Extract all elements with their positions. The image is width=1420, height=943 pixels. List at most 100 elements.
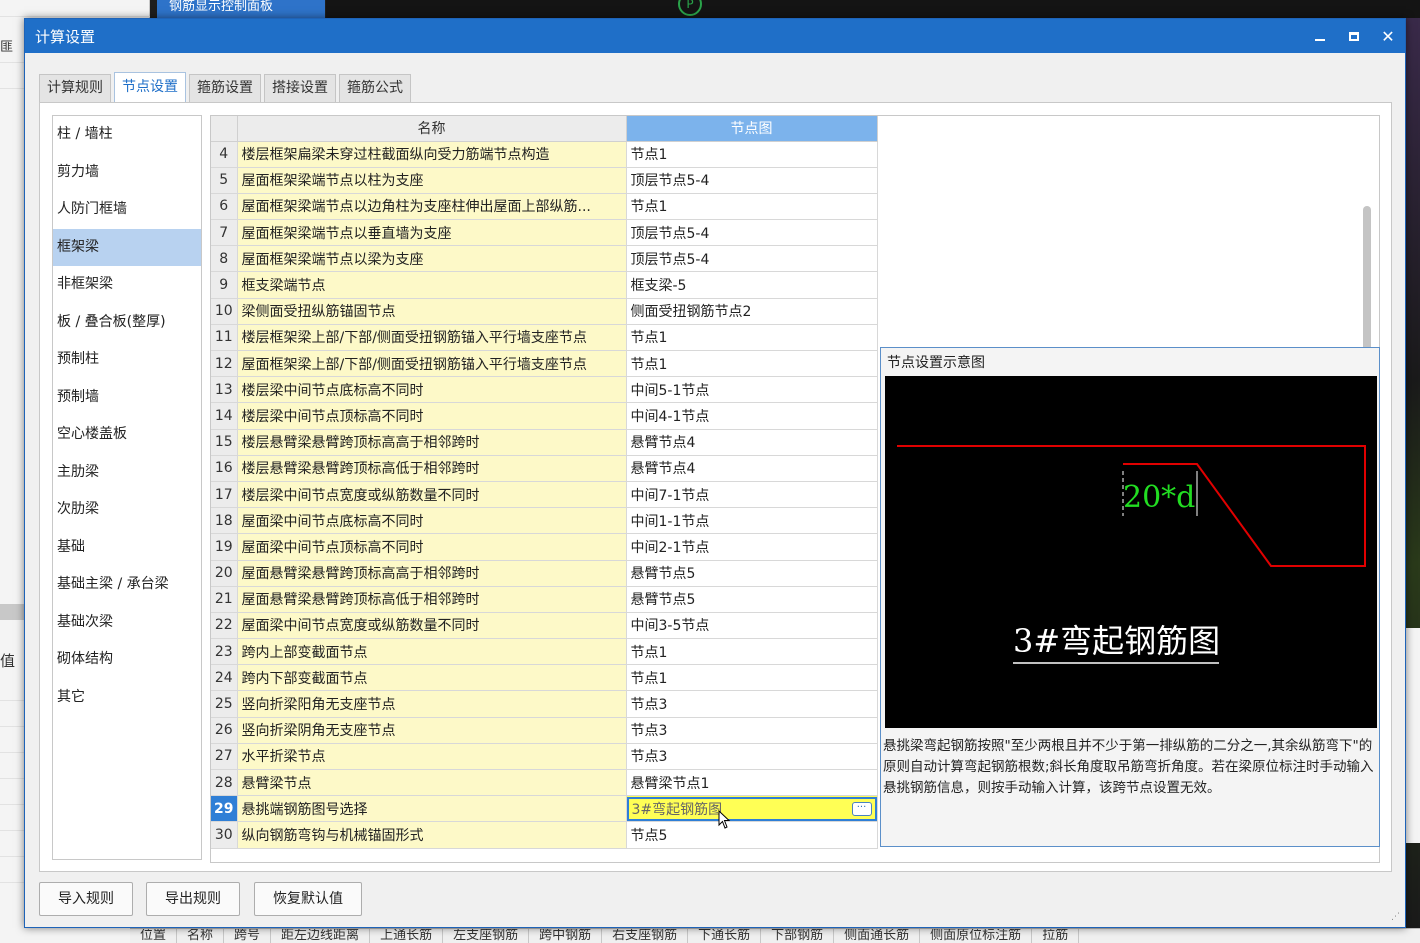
row-node-value[interactable]: 节点1: [626, 664, 878, 692]
row-node-value[interactable]: 中间2-1节点: [626, 533, 878, 561]
table-row[interactable]: 9 框支梁端节点 框支梁-5: [211, 271, 1379, 299]
category-item[interactable]: 其它: [53, 679, 201, 717]
category-item[interactable]: 预制墙: [53, 379, 201, 417]
resize-grip-icon[interactable]: ⋰: [1391, 913, 1401, 923]
row-node-value[interactable]: 节点1: [626, 324, 878, 352]
background-column-header: 右支座钢筋: [602, 929, 689, 943]
row-name: 屋面框架梁上部/下部/侧面受扭钢筋锚入平行墙支座节点: [237, 350, 627, 378]
maximize-button[interactable]: [1337, 19, 1371, 53]
category-item[interactable]: 次肋梁: [53, 491, 201, 529]
row-empty: [877, 246, 1379, 272]
row-node-value[interactable]: 节点3: [626, 717, 878, 744]
category-item[interactable]: 砌体结构: [53, 641, 201, 679]
export-rules-button[interactable]: 导出规则: [146, 882, 240, 916]
row-node-value[interactable]: 悬臂节点4: [626, 455, 878, 482]
node-settings-panel: 柱 / 墙柱 剪力墙 人防门框墙 框架梁 非框架梁板 / 叠合板(整厚) 预制柱 预制墙 空心…: [39, 102, 1392, 872]
tab-4[interactable]: 箍筋公式: [339, 74, 411, 102]
restore-defaults-button[interactable]: 恢复默认值: [254, 882, 362, 916]
row-node-value[interactable]: 中间3-5节点: [626, 612, 878, 640]
table-row[interactable]: 8 屋面框架梁端节点以梁为支座 顶层节点5-4: [211, 245, 1379, 273]
row-name: 跨内下部变截面节点: [237, 664, 627, 692]
row-node-value[interactable]: 悬臂节点5: [626, 560, 878, 587]
tab-2[interactable]: 箍筋设置: [189, 74, 261, 102]
row-node-value[interactable]: 顶层节点5-4: [626, 167, 878, 194]
background-top-tab[interactable]: 钢筋显示控制面板: [157, 0, 325, 18]
node-edit-field[interactable]: 3#弯起钢筋图 ···: [626, 796, 876, 821]
row-node-value[interactable]: 悬臂梁节点1: [626, 769, 878, 797]
row-node-value[interactable]: 悬臂节点4: [626, 429, 878, 456]
category-item[interactable]: 非框架梁: [53, 266, 201, 304]
category-item[interactable]: 柱 / 墙柱: [53, 116, 201, 154]
row-name: 跨内上部变截面节点: [237, 638, 627, 666]
dim-label: 20*d: [1123, 480, 1195, 515]
category-item[interactable]: 框架梁: [53, 228, 201, 266]
row-node-value[interactable]: 中间1-1节点: [626, 507, 878, 535]
background-column-header: 左支座钢筋: [443, 929, 530, 943]
tab-1[interactable]: 节点设置: [114, 72, 186, 102]
row-node-value[interactable]: 节点3: [626, 743, 878, 771]
row-name: 悬挑端钢筋图号选择: [237, 795, 627, 823]
background-left-label: 值: [0, 652, 16, 670]
row-number: 22: [211, 612, 238, 640]
row-node-value[interactable]: 3#弯起钢筋图 ···: [626, 795, 878, 823]
row-name: 水平折梁节点: [237, 743, 627, 771]
row-number: 9: [211, 271, 238, 299]
grid-header-name[interactable]: 名称: [237, 116, 627, 142]
row-name: 框支梁端节点: [237, 271, 627, 299]
background-right-strip: [1406, 18, 1420, 928]
row-node-value[interactable]: 框支梁-5: [626, 271, 878, 299]
dialog-titlebar[interactable]: 计算设置 ✕: [25, 19, 1405, 53]
category-item[interactable]: 基础: [53, 529, 201, 567]
tab-3[interactable]: 搭接设置: [264, 74, 336, 102]
category-item[interactable]: 主肋梁: [53, 454, 201, 492]
category-item[interactable]: 预制柱: [53, 341, 201, 379]
row-name: 纵向钢筋弯钩与机械锚固形式: [237, 821, 627, 849]
grid-scrollbar[interactable]: [1363, 206, 1371, 366]
row-node-value[interactable]: 节点1: [626, 193, 878, 221]
row-number: 29: [211, 795, 238, 823]
row-node-value[interactable]: 顶层节点5-4: [626, 245, 878, 273]
row-name: 梁侧面受扭纵筋锚固节点: [237, 298, 627, 325]
row-node-value[interactable]: 中间5-1节点: [626, 376, 878, 404]
background-column-header: 跨中钢筋: [529, 929, 603, 943]
row-name: 屋面梁中间节点宽度或纵筋数量不同时: [237, 612, 627, 640]
table-row[interactable]: 10 梁侧面受扭纵筋锚固节点 侧面受扭钢筋节点2: [211, 298, 1379, 325]
table-row[interactable]: 6 屋面框架梁端节点以边角柱为支座柱伸出屋面上部纵筋... 节点1: [211, 193, 1379, 221]
category-item[interactable]: 空心楼盖板: [53, 416, 201, 454]
close-icon: ✕: [1381, 26, 1395, 46]
rebar-diagram: 20*d 3#弯起钢筋图: [897, 445, 1366, 664]
row-node-value[interactable]: 节点1: [626, 350, 878, 378]
row-node-value[interactable]: 节点1: [626, 638, 878, 666]
row-node-value[interactable]: 节点5: [626, 821, 878, 849]
row-node-value[interactable]: 中间4-1节点: [626, 402, 878, 430]
minimize-button[interactable]: [1303, 19, 1337, 53]
row-node-value[interactable]: 侧面受扭钢筋节点2: [626, 298, 878, 325]
row-node-value[interactable]: 顶层节点5-4: [626, 219, 878, 247]
category-item[interactable]: 剪力墙: [53, 154, 201, 192]
category-item[interactable]: 人防门框墙: [53, 191, 201, 229]
row-node-value[interactable]: 中间7-1节点: [626, 481, 878, 509]
row-number: 5: [211, 167, 238, 194]
row-empty: [877, 167, 1379, 193]
background-left-label-top: 匪: [0, 40, 14, 55]
category-item[interactable]: 基础次梁: [53, 604, 201, 642]
grid-header-node[interactable]: 节点图: [626, 116, 878, 142]
calc-settings-dialog: 计算设置 ✕ 计算规则 节点设置 箍筋设置 搭接设置 箍筋公式 柱 / 墙柱 剪力墙 人防门…: [24, 18, 1406, 928]
table-row[interactable]: 5 屋面框架梁端节点以柱为支座 顶层节点5-4: [211, 167, 1379, 194]
category-item[interactable]: 板 / 叠合板(整厚): [53, 304, 201, 342]
tab-0[interactable]: 计算规则: [39, 74, 111, 102]
table-row[interactable]: 4 楼层框架扁梁未穿过柱截面纵向受力筋端节点构造 节点1: [211, 141, 1379, 168]
row-number: 14: [211, 402, 238, 430]
row-number: 6: [211, 193, 238, 221]
row-node-value[interactable]: 悬臂节点5: [626, 586, 878, 613]
row-node-value[interactable]: 节点3: [626, 690, 878, 718]
node-edit-value: 3#弯起钢筋图: [631, 801, 723, 818]
grid-header-empty: [877, 116, 1379, 141]
table-row[interactable]: 7 屋面框架梁端节点以垂直墙为支座 顶层节点5-4: [211, 219, 1379, 247]
row-node-value[interactable]: 节点1: [626, 141, 878, 168]
import-rules-button[interactable]: 导入规则: [39, 882, 133, 916]
close-button[interactable]: ✕: [1371, 19, 1405, 53]
ellipsis-button[interactable]: ···: [851, 801, 872, 816]
background-column-header: 上通长筋: [370, 929, 444, 943]
category-item[interactable]: 基础主梁 / 承台梁: [53, 566, 201, 604]
